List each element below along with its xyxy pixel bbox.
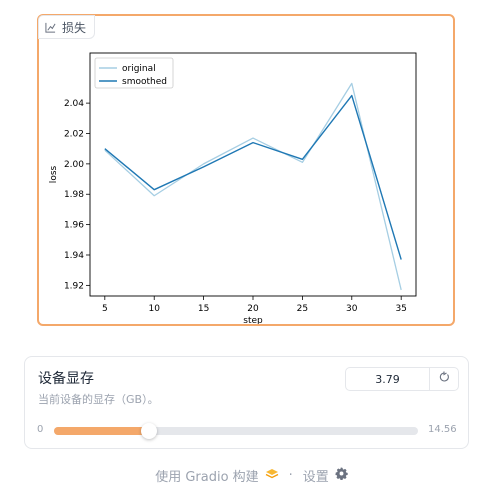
memory-slider-block: 设备显存 当前设备的显存（GB）。 3.79 0 14.56: [24, 356, 469, 449]
built-with-gradio-link[interactable]: 使用 Gradio 构建: [155, 466, 258, 485]
y-tick-label: 2.00: [64, 160, 84, 170]
reset-icon: [438, 371, 450, 387]
loss-chart: 5 10 15 20 25 30 35 1.92 1.94 1.96 1.98 2.00 2.02 2.0…: [49, 52, 417, 324]
slider-track[interactable]: [54, 423, 418, 439]
number-input[interactable]: 3.79: [346, 368, 429, 390]
plot-frame: [89, 52, 417, 297]
gradio-logo-icon: [265, 468, 279, 484]
plot-label-text: 损失: [62, 20, 87, 35]
legend-label-smoothed: smoothed: [122, 77, 167, 87]
x-tick-label: 30: [346, 304, 358, 314]
chart-icon: [45, 22, 56, 33]
loss-plot-block: 5 10 15 20 25 30 35 1.92 1.94 1.96 1.98 2.00 2.02 2.0…: [37, 14, 455, 326]
footer: 使用 Gradio 构建 · 设置: [0, 466, 503, 485]
reset-button[interactable]: [429, 368, 458, 390]
y-tick-label: 1.94: [64, 251, 84, 261]
slider-thumb[interactable]: [140, 423, 157, 439]
slider-info: 当前设备的显存（GB）。: [38, 393, 159, 406]
x-tick-label: 20: [247, 304, 259, 314]
slider-min-label: 0: [37, 424, 44, 435]
y-tick-label: 1.92: [64, 281, 84, 291]
x-tick-label: 25: [297, 304, 308, 314]
settings-link[interactable]: 设置: [303, 466, 329, 485]
x-tick-label: 15: [198, 304, 209, 314]
app-root: 5 10 15 20 25 30 35 1.92 1.94 1.96 1.98 2.00 2.02 2.0…: [0, 0, 503, 498]
x-tick-label: 35: [395, 304, 406, 314]
number-input-box: 3.79: [345, 367, 459, 391]
y-tick-label: 1.98: [64, 190, 84, 200]
x-axis-label: step: [243, 316, 263, 324]
y-tick-label: 2.02: [64, 129, 84, 139]
y-tick-label: 1.96: [64, 221, 84, 231]
slider-max-label: 14.56: [428, 424, 457, 435]
slider-title: 设备显存: [38, 371, 94, 387]
gear-icon[interactable]: [335, 467, 348, 484]
footer-separator: ·: [288, 468, 293, 483]
x-tick-label: 5: [102, 304, 108, 314]
y-tick-label: 2.04: [64, 99, 84, 109]
legend-label-original: original: [122, 64, 156, 74]
y-axis-label: loss: [49, 165, 59, 183]
series-line-smoothed: [104, 94, 402, 260]
x-tick-label: 10: [148, 304, 160, 314]
series-line-original: [104, 82, 402, 291]
plot-label: 损失: [38, 15, 96, 39]
slider-fill: [54, 427, 149, 435]
